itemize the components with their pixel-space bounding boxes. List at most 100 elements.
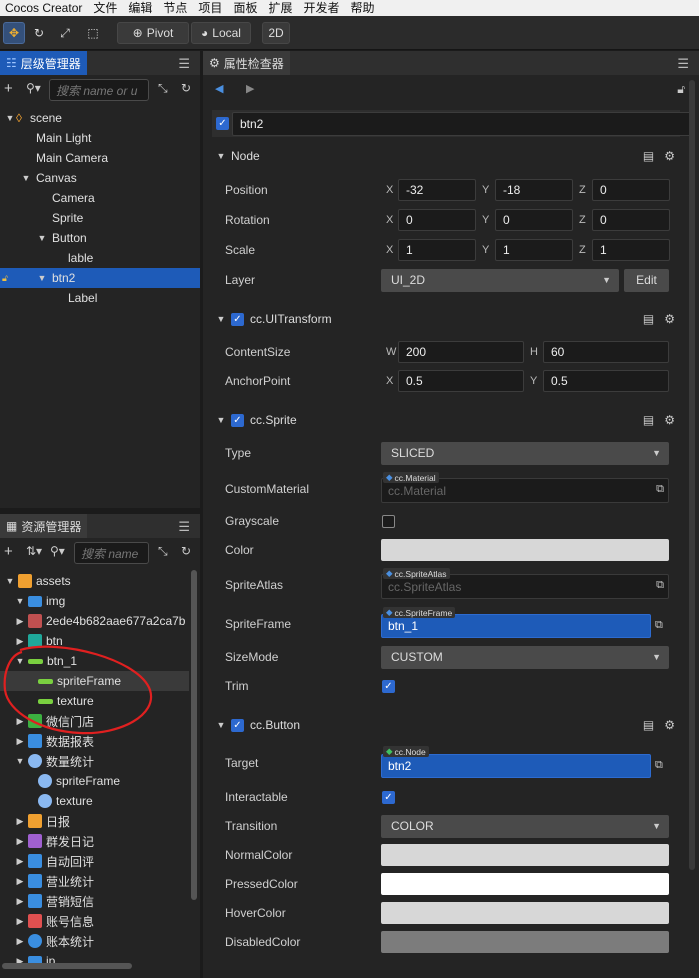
collapse-arrow-icon: ▼ [216, 415, 226, 425]
hovercolor-swatch[interactable] [381, 902, 669, 924]
spriteframe-tag-label: cc.SpriteFrame [394, 607, 453, 618]
node-section-header[interactable]: ▼ Node ▤ ⚙ [215, 143, 685, 169]
picker-icon[interactable]: ⧉ [655, 619, 663, 632]
settings-icon[interactable]: ⚙ [664, 718, 675, 732]
position-x-input[interactable]: -32 [398, 179, 476, 201]
transition-select[interactable]: COLOR ▼ [381, 814, 669, 838]
type-select[interactable]: SLICED ▼ [381, 441, 669, 465]
axis-y-label: Y [482, 244, 490, 256]
inspector-tab[interactable]: ⚙ 属性检查器 [203, 51, 290, 75]
layer-edit-button[interactable]: Edit [624, 268, 669, 292]
diamond-icon: ◆ [386, 568, 393, 578]
spriteatlas-type-tag: ◆ cc.SpriteAtlas [383, 568, 450, 579]
rotation-label: Rotation [225, 213, 270, 227]
anchor-y-input[interactable]: 0.5 [543, 370, 669, 392]
dropdown-caret-icon: ▼ [652, 448, 661, 458]
target-row: Target btn2 ⧉ ◆ cc.Node [215, 746, 671, 780]
width-input[interactable]: 200 [398, 341, 524, 363]
scale-z-input[interactable]: 1 [592, 239, 670, 261]
grayscale-row: Grayscale [215, 507, 671, 535]
disabledcolor-swatch[interactable] [381, 931, 669, 953]
anchorpoint-row: AnchorPoint X 0.5 Y 0.5 [215, 367, 671, 395]
inspector-menu-icon[interactable]: ☰ [677, 56, 689, 72]
normalcolor-swatch[interactable] [381, 844, 669, 866]
uitransform-enabled-checkbox[interactable]: ✓ [231, 312, 244, 326]
uitransform-section-header[interactable]: ▼ ✓ cc.UITransform ▤ ⚙ [215, 306, 685, 332]
sizemode-value: CUSTOM [391, 650, 443, 664]
spriteatlas-label: SpriteAtlas [225, 578, 284, 592]
color-row: Color [215, 536, 671, 564]
lock-icon[interactable]: 🔓︎ [677, 82, 685, 97]
trim-checkbox[interactable]: ✓ [382, 679, 395, 693]
inspector-scrollbar[interactable] [689, 80, 695, 870]
picker-icon[interactable]: ⧉ [655, 759, 663, 772]
anchor-x-input[interactable]: 0.5 [398, 370, 524, 392]
book-icon[interactable]: ▤ [643, 149, 654, 163]
target-label: Target [225, 756, 259, 770]
book-icon[interactable]: ▤ [643, 413, 654, 427]
trim-row: Trim ✓ [215, 672, 671, 700]
spriteframe-type-tag: ◆ cc.SpriteFrame [383, 607, 456, 618]
position-label: Position [225, 183, 268, 197]
axis-h-label: H [530, 346, 538, 358]
custommaterial-row: CustomMaterial cc.Material ⧉ ◆ cc.Material [215, 472, 671, 506]
axis-z-label: Z [579, 184, 586, 196]
diamond-icon: ◆ [386, 607, 393, 617]
color-swatch[interactable] [381, 539, 669, 561]
picker-icon[interactable]: ⧉ [656, 579, 664, 592]
custommaterial-label: CustomMaterial [225, 482, 310, 496]
button-enabled-checkbox[interactable]: ✓ [231, 718, 244, 732]
axis-w-label: W [386, 346, 397, 358]
contentsize-row: ContentSize W 200 H 60 [215, 338, 671, 366]
layer-edit-label: Edit [636, 273, 657, 287]
grayscale-label: Grayscale [225, 514, 280, 528]
layer-value: UI_2D [391, 273, 426, 287]
collapse-arrow-icon: ▼ [216, 314, 226, 324]
picker-icon[interactable]: ⧉ [656, 483, 664, 496]
grayscale-checkbox[interactable] [382, 514, 395, 528]
gear-icon: ⚙ [209, 56, 220, 70]
rotation-z-input[interactable]: 0 [592, 209, 670, 231]
pressedcolor-swatch[interactable] [381, 873, 669, 895]
layer-select[interactable]: UI_2D ▼ [381, 268, 619, 292]
sizemode-select[interactable]: CUSTOM ▼ [381, 645, 669, 669]
spriteatlas-value: cc.SpriteAtlas [388, 579, 462, 594]
button-section-header[interactable]: ▼ ✓ cc.Button ▤ ⚙ [215, 712, 685, 738]
position-z-input[interactable]: 0 [592, 179, 670, 201]
back-arrow-icon[interactable]: ◀ [215, 82, 223, 95]
scale-y-input[interactable]: 1 [495, 239, 573, 261]
forward-arrow-icon[interactable]: ▶ [246, 82, 254, 95]
book-icon[interactable]: ▤ [643, 718, 654, 732]
type-label: Type [225, 446, 252, 460]
spriteframe-row: SpriteFrame btn_1 ⧉ ◆ cc.SpriteFrame [215, 607, 671, 641]
rotation-x-input[interactable]: 0 [398, 209, 476, 231]
rotation-row: Rotation X 0 Y 0 Z 0 [215, 206, 671, 234]
node-name-input[interactable]: btn2 [232, 112, 692, 136]
book-icon[interactable]: ▤ [643, 312, 654, 326]
button-title: cc.Button [250, 718, 301, 732]
settings-icon[interactable]: ⚙ [664, 149, 675, 163]
dropdown-caret-icon: ▼ [652, 652, 661, 662]
position-y-input[interactable]: -18 [495, 179, 573, 201]
contentsize-label: ContentSize [225, 345, 291, 359]
sprite-title: cc.Sprite [250, 413, 297, 427]
settings-icon[interactable]: ⚙ [664, 413, 675, 427]
node-active-checkbox[interactable]: ✓ [216, 117, 229, 130]
settings-icon[interactable]: ⚙ [664, 312, 675, 326]
sprite-enabled-checkbox[interactable]: ✓ [231, 413, 244, 427]
spriteatlas-row: SpriteAtlas cc.SpriteAtlas ⧉ ◆ cc.SpriteAt… [215, 568, 671, 602]
rotation-y-input[interactable]: 0 [495, 209, 573, 231]
layer-row: Layer UI_2D ▼ Edit [215, 266, 671, 294]
target-field[interactable]: btn2 [381, 754, 651, 778]
diamond-icon: ◆ [386, 746, 393, 756]
material-tag-label: cc.Material [394, 472, 436, 483]
axis-x-label: X [386, 214, 394, 226]
height-input[interactable]: 60 [543, 341, 669, 363]
target-tag-label: cc.Node [394, 746, 426, 757]
scale-x-input[interactable]: 1 [398, 239, 476, 261]
interactable-checkbox[interactable]: ✓ [382, 790, 395, 804]
interactable-label: Interactable [225, 790, 288, 804]
annotation-circle [3, 645, 153, 735]
hovercolor-row: HoverColor [215, 899, 671, 927]
sprite-section-header[interactable]: ▼ ✓ cc.Sprite ▤ ⚙ [215, 407, 685, 433]
